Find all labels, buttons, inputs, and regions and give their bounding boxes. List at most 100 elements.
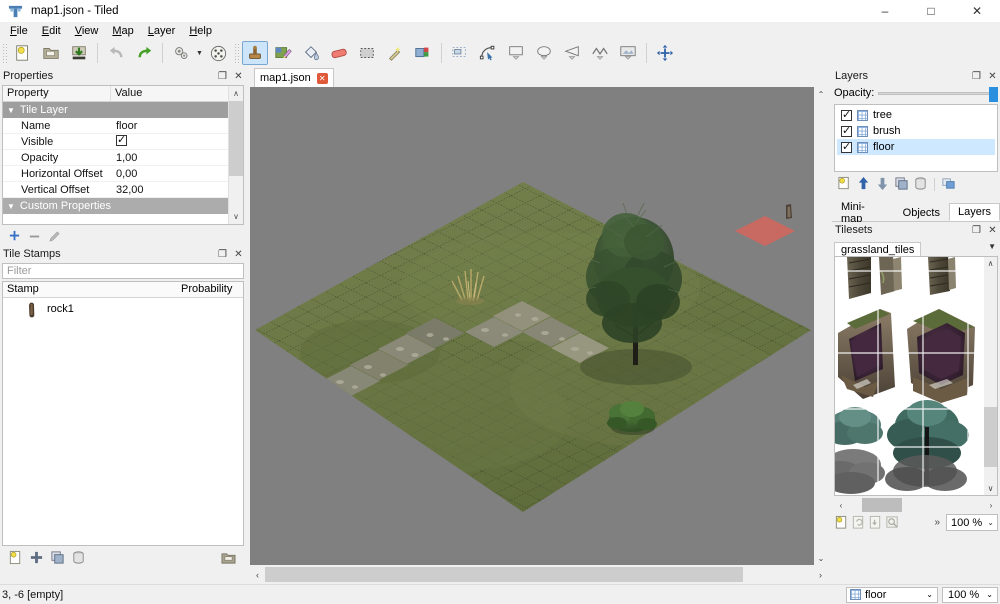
layer-row-tree[interactable]: tree (837, 107, 995, 123)
properties-close-button[interactable]: ✕ (233, 71, 244, 82)
export-tileset-icon[interactable] (868, 515, 883, 533)
layer-row-brush[interactable]: brush (837, 123, 995, 139)
eraser-icon[interactable] (326, 41, 352, 65)
minimize-button[interactable]: ‒ (862, 0, 908, 22)
map-properties-icon[interactable] (168, 41, 194, 65)
property-row-vertical-offset[interactable]: Vertical Offset 32,00 (3, 182, 243, 198)
chevron-down-icon-layer[interactable]: ⌄ (926, 590, 933, 599)
edit-polygons-icon[interactable] (475, 41, 501, 65)
dropdown-arrow-icon[interactable]: ▼ (195, 43, 204, 63)
opacity-slider-handle[interactable] (989, 86, 998, 102)
bucket-fill-icon[interactable] (298, 41, 324, 65)
remove-property-icon[interactable] (26, 228, 42, 244)
property-row-opacity[interactable]: Opacity 1,00 (3, 150, 243, 166)
edit-property-icon[interactable] (46, 228, 62, 244)
layer-visibility-checkbox-brush[interactable] (841, 124, 852, 137)
stamps-close-button[interactable]: ✕ (233, 249, 244, 260)
visible-checkbox[interactable] (116, 133, 127, 146)
embed-tileset-icon[interactable] (851, 515, 866, 533)
tab-objects[interactable]: Objects (894, 205, 949, 221)
tileset-tab-grassland[interactable]: grassland_tiles (834, 242, 922, 257)
insert-rectangle-icon[interactable] (503, 41, 529, 65)
chevron-down-icon-zoom[interactable]: ⌄ (987, 518, 994, 527)
tileset-scroll-down[interactable]: ∨ (984, 482, 997, 495)
stamp-brush-icon[interactable] (242, 41, 268, 65)
menu-help[interactable]: Help (182, 23, 219, 39)
magic-wand-icon[interactable] (382, 41, 408, 65)
duplicate-layer-icon[interactable] (894, 176, 909, 194)
tileset-hscroll-thumb[interactable] (862, 498, 902, 512)
tileset-tile-grid[interactable]: ∧ ∨ (834, 256, 998, 496)
set-stamp-folder-icon[interactable] (221, 551, 236, 568)
stamps-float-button[interactable]: ❐ (217, 249, 228, 260)
toolbar-grip[interactable] (2, 43, 7, 63)
tileset-scroll-left[interactable]: ‹ (834, 498, 848, 512)
tileset-scroll-up[interactable]: ∧ (984, 257, 997, 270)
undo-icon[interactable] (103, 41, 129, 65)
layer-row-floor[interactable]: floor (837, 139, 995, 155)
property-value-horizontal-offset[interactable]: 0,00 (111, 168, 243, 180)
map-scroll-up[interactable]: ⌃ (814, 87, 828, 101)
layers-float-button[interactable]: ❐ (971, 71, 982, 82)
new-map-icon[interactable] (10, 41, 36, 65)
menu-view[interactable]: View (68, 23, 106, 39)
pan-icon[interactable] (652, 41, 678, 65)
add-variation-icon[interactable] (29, 550, 44, 568)
map-horizontal-scrollbar[interactable]: ‹ › (250, 567, 828, 582)
tileset-zoom-combo[interactable]: 100 % ⌄ (946, 514, 998, 531)
property-value-visible[interactable] (111, 133, 243, 149)
status-zoom-combo[interactable]: 100 % ⌄ (942, 586, 998, 603)
properties-scroll-up[interactable]: ∧ (229, 86, 243, 101)
tileset-scroll-right[interactable]: › (984, 498, 998, 512)
list-item[interactable]: rock1 (3, 298, 243, 320)
map-scroll-left[interactable]: ‹ (250, 567, 265, 582)
map-scroll-right[interactable]: › (813, 567, 828, 582)
stamps-filter-input[interactable]: Filter (2, 263, 244, 279)
move-layer-down-icon[interactable] (875, 176, 890, 194)
property-value-opacity[interactable]: 1,00 (111, 152, 243, 164)
current-layer-combo[interactable]: floor ⌄ (846, 586, 938, 603)
properties-scrollbar[interactable]: ∧ ∨ (228, 86, 243, 224)
insert-ellipse-icon[interactable] (531, 41, 557, 65)
tileset-scroll-thumb[interactable] (984, 407, 997, 467)
select-same-tile-icon[interactable] (410, 41, 436, 65)
rectangular-select-icon[interactable] (354, 41, 380, 65)
maximize-button[interactable]: □ (908, 0, 954, 22)
map-vertical-scrollbar[interactable]: ⌃ ⌄ (814, 87, 828, 565)
properties-group-custom[interactable]: ▼ Custom Properties (3, 198, 243, 214)
opacity-slider[interactable] (878, 86, 998, 102)
open-file-icon[interactable] (38, 41, 64, 65)
map-scroll-down[interactable]: ⌄ (814, 551, 828, 565)
properties-scroll-thumb[interactable] (229, 101, 243, 176)
tileset-horizontal-scrollbar[interactable]: ‹ › (834, 498, 998, 512)
close-icon[interactable]: ✕ (316, 72, 328, 84)
new-layer-icon[interactable] (837, 176, 852, 194)
chevron-down-icon-status-zoom[interactable]: ⌄ (986, 590, 993, 599)
insert-tile-icon[interactable] (615, 41, 641, 65)
properties-group-tile-layer[interactable]: ▼ Tile Layer (3, 102, 243, 118)
property-row-visible[interactable]: Visible (3, 133, 243, 150)
toggle-other-layers-icon[interactable] (941, 176, 956, 194)
map-hscroll-thumb[interactable] (265, 567, 743, 582)
properties-float-button[interactable]: ❐ (217, 71, 228, 82)
document-tab-map1[interactable]: map1.json ✕ (254, 68, 334, 87)
map-canvas[interactable]: ⌃ ⌄ (250, 87, 828, 565)
properties-scroll-down[interactable]: ∨ (229, 209, 243, 224)
property-value-name[interactable]: floor (111, 120, 243, 132)
menu-layer[interactable]: Layer (141, 23, 183, 39)
tilesets-close-button[interactable]: ✕ (987, 225, 998, 236)
tileset-overflow-icon[interactable]: » (934, 517, 940, 528)
menu-file[interactable]: File (3, 23, 35, 39)
redo-icon[interactable] (131, 41, 157, 65)
edit-tileset-icon[interactable] (885, 515, 900, 533)
layer-visibility-checkbox-tree[interactable] (841, 108, 852, 121)
insert-polyline-icon[interactable] (587, 41, 613, 65)
select-objects-icon[interactable] (447, 41, 473, 65)
toolbar-grip-2[interactable] (234, 43, 239, 63)
chevron-down-icon-tileset[interactable]: ▼ (988, 242, 996, 251)
new-stamp-icon[interactable] (8, 550, 23, 568)
add-property-icon[interactable] (6, 228, 22, 244)
tab-layers[interactable]: Layers (948, 203, 1000, 221)
delete-layer-icon[interactable] (913, 176, 928, 194)
layer-visibility-checkbox-floor[interactable] (841, 140, 852, 153)
